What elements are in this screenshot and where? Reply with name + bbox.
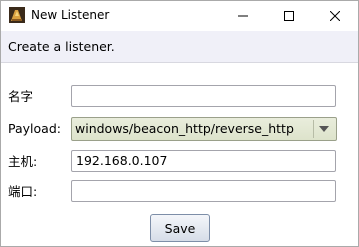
port-label: 端口:: [8, 184, 38, 199]
window-title: New Listener: [31, 8, 110, 22]
banner-text: Create a listener.: [8, 39, 115, 54]
save-button[interactable]: Save: [150, 214, 210, 242]
maximize-icon: [284, 6, 294, 25]
close-icon: [329, 6, 341, 25]
payload-select[interactable]: windows/beacon_http/reverse_http: [71, 117, 337, 141]
host-label: 主机:: [8, 154, 38, 169]
description-banner: Create a listener.: [1, 31, 358, 63]
payload-selected-value: windows/beacon_http/reverse_http: [75, 121, 294, 136]
new-listener-window: New Listener Create a listener. 名字 Paylo…: [0, 0, 359, 247]
close-button[interactable]: [312, 1, 358, 30]
name-input[interactable]: [71, 85, 336, 107]
port-input[interactable]: [71, 180, 336, 202]
chevron-down-icon[interactable]: [313, 120, 334, 138]
minimize-icon: [238, 6, 248, 25]
payload-label: Payload:: [8, 121, 61, 136]
app-icon: [9, 7, 25, 23]
title-bar[interactable]: New Listener: [1, 1, 358, 30]
minimize-button[interactable]: [220, 1, 266, 30]
host-input[interactable]: 192.168.0.107: [71, 150, 336, 172]
name-label: 名字: [8, 89, 34, 104]
maximize-button[interactable]: [266, 1, 312, 30]
